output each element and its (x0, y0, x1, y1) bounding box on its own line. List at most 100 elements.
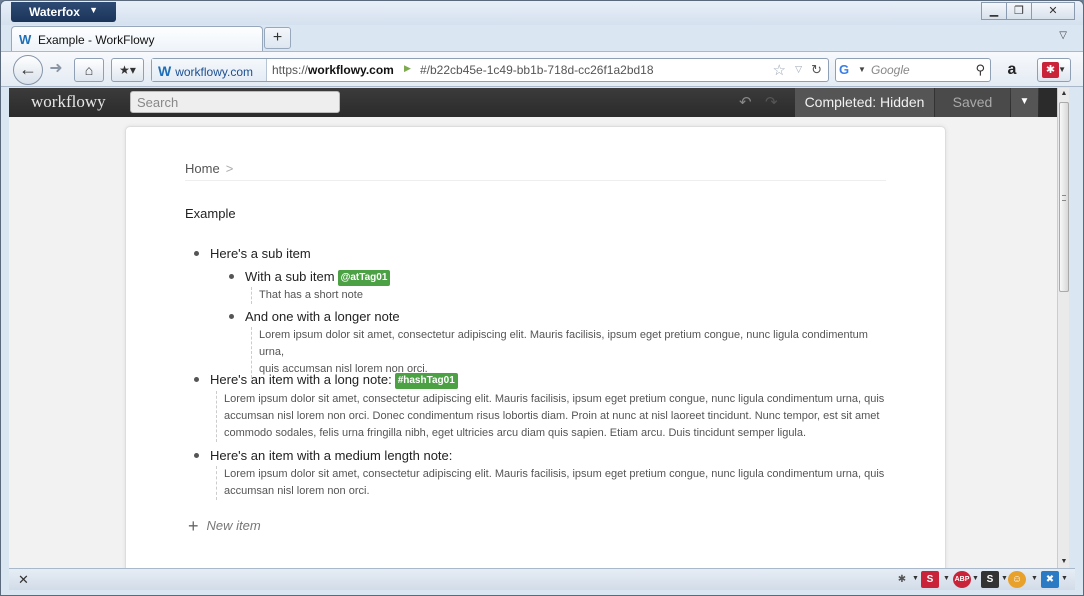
tab-workflowy[interactable]: W Example - WorkFlowy (11, 26, 263, 52)
url-text: https://workflowy.com (272, 63, 394, 77)
close-icon[interactable]: ✕ (18, 572, 29, 588)
search-input[interactable]: Search (130, 91, 340, 113)
page-viewport: workflowy Search ↶ ↷ Completed: Hidden S… (9, 88, 1069, 568)
chevron-down-icon[interactable]: ▼ (1061, 575, 1068, 582)
note-line: Lorem ipsum dolor sit amet, consectetur … (259, 329, 868, 358)
page-title[interactable]: Example (185, 206, 236, 221)
bullet-icon[interactable] (194, 251, 199, 256)
new-item-button[interactable]: + New item (188, 516, 261, 537)
adblock-icon[interactable]: ABP (953, 571, 971, 588)
url-prefix: https:// (272, 63, 309, 77)
search-magnifier-icon[interactable]: ⚲ (975, 62, 985, 78)
new-item-label: New item (206, 518, 261, 533)
list-item[interactable]: Here's an item with a medium length note… (210, 448, 452, 463)
google-engine-icon[interactable]: G (839, 62, 849, 77)
completed-toggle-button[interactable]: Completed: Hidden (795, 88, 934, 117)
list-all-tabs-icon[interactable]: ▽ (1059, 30, 1067, 41)
url-bar[interactable]: Wworkflowy.com https://workflowy.com ▶ #… (151, 58, 829, 82)
workflowy-favicon-icon: W (158, 63, 172, 79)
minimize-button[interactable]: ▁ (981, 2, 1007, 20)
tab-title: Example - WorkFlowy (38, 33, 155, 47)
url-history-dropdown-icon[interactable]: ▽ (795, 64, 802, 75)
item-note[interactable]: Lorem ipsum dolor sit amet, consectetur … (251, 327, 891, 378)
bookmarks-button[interactable]: ★▾ (111, 58, 144, 82)
home-button[interactable]: ⌂ (74, 58, 104, 82)
chevron-down-icon[interactable]: ▼ (1031, 575, 1038, 582)
bug-addon-icon[interactable]: ✱ (893, 571, 911, 588)
title-bar: Waterfox ▼ ▁ ❐ ✕ (1, 1, 1083, 25)
chevron-down-icon[interactable]: ▼ (972, 575, 979, 582)
back-button[interactable]: ← (13, 55, 43, 85)
redo-icon[interactable]: ↷ (765, 93, 778, 111)
search-bar[interactable]: G ▼ Google ⚲ (835, 58, 991, 82)
item-note[interactable]: Lorem ipsum dolor sit amet, consectetur … (216, 391, 886, 442)
forward-button[interactable]: ➜ (45, 59, 67, 81)
scroll-up-arrow-icon[interactable]: ▲ (1059, 88, 1069, 100)
amazon-icon[interactable]: a (998, 56, 1026, 84)
note-line: Lorem ipsum dolor sit amet, consectetur … (224, 393, 885, 405)
play-arrow-icon: ▶ (404, 63, 411, 73)
chevron-down-icon: ▼ (1058, 65, 1066, 74)
s-addon-icon[interactable]: S (921, 571, 939, 588)
list-item[interactable]: Here's an item with a long note: #hashTag… (210, 372, 458, 389)
breadcrumb-separator: > (225, 161, 234, 176)
greasemonkey-icon[interactable]: ☺ (1008, 571, 1026, 588)
bullet-icon[interactable] (229, 274, 234, 279)
search-placeholder: Google (871, 63, 910, 77)
workflowy-favicon-icon: W (19, 32, 32, 47)
workflowy-header: workflowy Search ↶ ↷ Completed: Hidden S… (9, 88, 1069, 117)
workflowy-logo[interactable]: workflowy (31, 92, 106, 112)
tag-badge[interactable]: @atTag01 (337, 270, 391, 286)
url-hash: #/b22cb45e-1c49-bb1b-718d-cc26f1a2bd18 (420, 63, 654, 77)
browser-window: Waterfox ▼ ▁ ❐ ✕ W Example - WorkFlowy +… (0, 0, 1084, 596)
chevron-down-icon[interactable]: ▼ (943, 575, 950, 582)
header-end (1039, 88, 1057, 117)
plus-icon: + (188, 516, 199, 536)
app-menu-button[interactable]: Waterfox ▼ (11, 2, 116, 22)
xmarks-icon[interactable]: ✖ (1041, 571, 1059, 588)
item-text: With a sub item (245, 269, 335, 284)
note-line: accumsan nisl lorem non orci. Donec cond… (224, 410, 880, 422)
maximize-button[interactable]: ❐ (1006, 2, 1032, 20)
chevron-down-icon[interactable]: ▼ (858, 65, 866, 74)
breadcrumb-home[interactable]: Home (185, 161, 220, 176)
note-line: Lorem ipsum dolor sit amet, consectetur … (224, 468, 885, 480)
new-tab-button[interactable]: + (264, 27, 291, 49)
identity-label: workflowy.com (175, 65, 254, 79)
note-line: commodo sodales, felis urna fringilla ni… (224, 427, 807, 439)
stylish-icon[interactable]: S (981, 571, 999, 588)
item-note[interactable]: Lorem ipsum dolor sit amet, consectetur … (216, 466, 886, 500)
url-domain: workflowy.com (308, 63, 394, 77)
list-item[interactable]: With a sub item @atTag01 (245, 269, 391, 286)
navigation-toolbar: ← ➜ ⌂ ★▾ Wworkflowy.com https://workflow… (1, 51, 1083, 87)
bullet-icon[interactable] (194, 453, 199, 458)
note-line: That has a short note (259, 289, 363, 301)
close-window-button[interactable]: ✕ (1031, 2, 1075, 20)
saved-status: Saved (934, 88, 1010, 117)
extension-button[interactable]: ✱ ▼ (1037, 58, 1071, 82)
item-note[interactable]: That has a short note (251, 287, 363, 304)
extension-icon: ✱ (1042, 62, 1059, 78)
tag-badge[interactable]: #hashTag01 (394, 373, 458, 389)
scroll-down-arrow-icon[interactable]: ▼ (1059, 556, 1069, 568)
bullet-icon[interactable] (229, 314, 234, 319)
reload-icon[interactable]: ↻ (811, 62, 822, 78)
window-controls: ▁ ❐ ✕ (981, 2, 1075, 20)
outline-page: Home > Example Here's a sub item With a s… (125, 126, 946, 568)
status-bar: ✕ ✱ ▼ S ▼ ABP ▼ S ▼ ☺ ▼ ✖ ▼ (9, 568, 1075, 590)
list-item[interactable]: And one with a longer note (245, 309, 400, 324)
chevron-down-icon[interactable]: ▼ (912, 575, 919, 582)
chevron-down-icon[interactable]: ▼ (1001, 575, 1008, 582)
bullet-icon[interactable] (194, 377, 199, 382)
chevron-down-icon[interactable]: ▼ (1011, 88, 1038, 117)
note-line: accumsan nisl lorem non orci. (224, 485, 370, 497)
breadcrumb: Home > (185, 161, 886, 181)
list-item[interactable]: Here's a sub item (210, 246, 311, 261)
grip-icon (1062, 195, 1066, 201)
scrollbar-thumb[interactable] (1059, 102, 1069, 292)
vertical-scrollbar[interactable]: ▲ ▼ (1057, 88, 1069, 568)
bookmark-star-icon[interactable]: ☆ (773, 61, 786, 79)
app-name: Waterfox (29, 5, 80, 19)
undo-icon[interactable]: ↶ (739, 93, 752, 111)
site-identity-button[interactable]: Wworkflowy.com (152, 59, 267, 81)
